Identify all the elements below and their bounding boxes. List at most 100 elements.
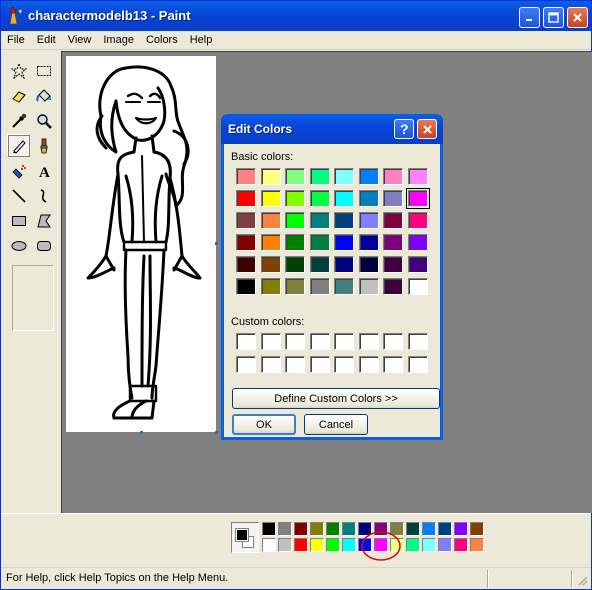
dialog-help-button[interactable]: ? xyxy=(394,119,414,139)
palette-color-swatch[interactable] xyxy=(470,522,484,536)
tool-curve[interactable] xyxy=(32,184,55,207)
tool-polygon[interactable] xyxy=(32,209,55,232)
palette-color-swatch[interactable] xyxy=(438,522,452,536)
menu-image[interactable]: Image xyxy=(97,31,140,46)
minimize-button[interactable] xyxy=(519,7,540,28)
basic-color-swatch[interactable] xyxy=(260,190,281,207)
custom-color-swatch[interactable] xyxy=(407,356,428,373)
basic-color-swatch[interactable] xyxy=(260,212,281,229)
tool-rounded-rectangle[interactable] xyxy=(32,234,55,257)
tool-pencil[interactable] xyxy=(7,134,30,157)
palette-color-swatch[interactable] xyxy=(326,522,340,536)
basic-color-swatch[interactable] xyxy=(285,190,305,207)
dialog-close-button[interactable] xyxy=(417,119,437,139)
basic-color-swatch[interactable] xyxy=(383,212,403,229)
custom-color-swatch[interactable] xyxy=(260,356,281,373)
custom-color-swatch[interactable] xyxy=(334,333,354,350)
basic-color-swatch[interactable] xyxy=(285,278,305,295)
basic-color-swatch[interactable] xyxy=(236,278,256,295)
tool-pick-color[interactable] xyxy=(7,109,30,132)
basic-color-swatch[interactable] xyxy=(334,278,354,295)
tool-text[interactable]: A xyxy=(32,159,55,182)
custom-color-swatch[interactable] xyxy=(334,356,354,373)
custom-color-swatch[interactable] xyxy=(236,356,256,373)
basic-color-swatch[interactable] xyxy=(383,278,403,295)
tool-line[interactable] xyxy=(7,184,30,207)
title-bar[interactable]: charactermodelb13 - Paint xyxy=(1,1,591,31)
basic-color-swatch[interactable] xyxy=(285,256,305,273)
menu-file[interactable]: File xyxy=(1,31,31,46)
basic-color-swatch[interactable] xyxy=(236,256,256,273)
basic-color-swatch[interactable] xyxy=(334,256,354,273)
basic-color-swatch[interactable] xyxy=(407,168,428,185)
basic-color-swatch[interactable] xyxy=(309,234,330,251)
foreground-color-swatch[interactable] xyxy=(235,528,249,542)
menu-colors[interactable]: Colors xyxy=(140,31,184,46)
palette-color-swatch[interactable] xyxy=(438,538,452,552)
drawing-canvas[interactable] xyxy=(66,56,216,432)
tool-fill-with-color[interactable] xyxy=(32,84,55,107)
basic-color-swatch[interactable] xyxy=(334,212,354,229)
palette-color-swatch[interactable] xyxy=(342,538,356,552)
palette-color-swatch[interactable] xyxy=(310,538,324,552)
tool-options-box[interactable] xyxy=(12,265,54,331)
basic-color-swatch[interactable] xyxy=(285,168,305,185)
palette-color-swatch[interactable] xyxy=(310,522,324,536)
palette-color-swatch[interactable] xyxy=(422,538,436,552)
basic-color-swatch[interactable] xyxy=(407,212,428,229)
palette-color-swatch[interactable] xyxy=(262,538,276,552)
custom-color-swatch[interactable] xyxy=(309,356,330,373)
close-button[interactable] xyxy=(567,7,588,28)
basic-color-swatch[interactable] xyxy=(309,212,330,229)
basic-color-swatch[interactable] xyxy=(358,234,379,251)
tool-magnifier[interactable] xyxy=(32,109,55,132)
custom-color-swatch[interactable] xyxy=(358,356,379,373)
custom-color-swatch[interactable] xyxy=(358,333,379,350)
maximize-button[interactable] xyxy=(543,7,564,28)
basic-color-swatch[interactable] xyxy=(358,190,379,207)
palette-color-swatch[interactable] xyxy=(454,522,468,536)
basic-color-swatch[interactable] xyxy=(236,234,256,251)
basic-color-swatch[interactable] xyxy=(334,234,354,251)
basic-color-swatch[interactable] xyxy=(383,168,403,185)
palette-color-swatch[interactable] xyxy=(326,538,340,552)
palette-color-swatch[interactable] xyxy=(342,522,356,536)
custom-color-swatch[interactable] xyxy=(236,333,256,350)
basic-color-swatch[interactable] xyxy=(260,256,281,273)
palette-color-swatch[interactable] xyxy=(278,538,292,552)
basic-color-swatch[interactable] xyxy=(405,188,430,209)
basic-color-swatch[interactable] xyxy=(358,278,379,295)
palette-color-swatch[interactable] xyxy=(422,522,436,536)
palette-color-swatch[interactable] xyxy=(406,522,420,536)
tool-free-form-select[interactable] xyxy=(7,59,30,82)
basic-color-swatch[interactable] xyxy=(309,256,330,273)
custom-color-swatch[interactable] xyxy=(260,333,281,350)
tool-brush[interactable] xyxy=(32,134,55,157)
resize-grip-icon[interactable] xyxy=(576,574,588,586)
basic-color-swatch[interactable] xyxy=(236,212,256,229)
basic-color-swatch[interactable] xyxy=(407,256,428,273)
ok-button[interactable]: OK xyxy=(232,414,296,435)
resize-handle-bottom[interactable] xyxy=(140,431,143,434)
custom-color-swatch[interactable] xyxy=(285,333,305,350)
tool-rectangle[interactable] xyxy=(7,209,30,232)
tool-airbrush[interactable] xyxy=(7,159,30,182)
menu-view[interactable]: View xyxy=(62,31,98,46)
basic-color-swatch[interactable] xyxy=(334,190,354,207)
palette-color-swatch[interactable] xyxy=(406,538,420,552)
resize-handle-right[interactable] xyxy=(215,242,218,245)
palette-color-swatch[interactable] xyxy=(470,538,484,552)
custom-color-swatch[interactable] xyxy=(285,356,305,373)
basic-color-swatch[interactable] xyxy=(358,256,379,273)
basic-color-swatch[interactable] xyxy=(407,278,428,295)
custom-color-swatch[interactable] xyxy=(383,333,403,350)
basic-color-swatch[interactable] xyxy=(309,190,330,207)
tool-ellipse[interactable] xyxy=(7,234,30,257)
basic-color-swatch[interactable] xyxy=(383,256,403,273)
palette-color-swatch[interactable] xyxy=(454,538,468,552)
palette-color-swatch[interactable] xyxy=(294,522,308,536)
tool-select[interactable] xyxy=(32,59,55,82)
cancel-button[interactable]: Cancel xyxy=(304,414,368,435)
basic-color-swatch[interactable] xyxy=(260,168,281,185)
basic-color-swatch[interactable] xyxy=(285,234,305,251)
